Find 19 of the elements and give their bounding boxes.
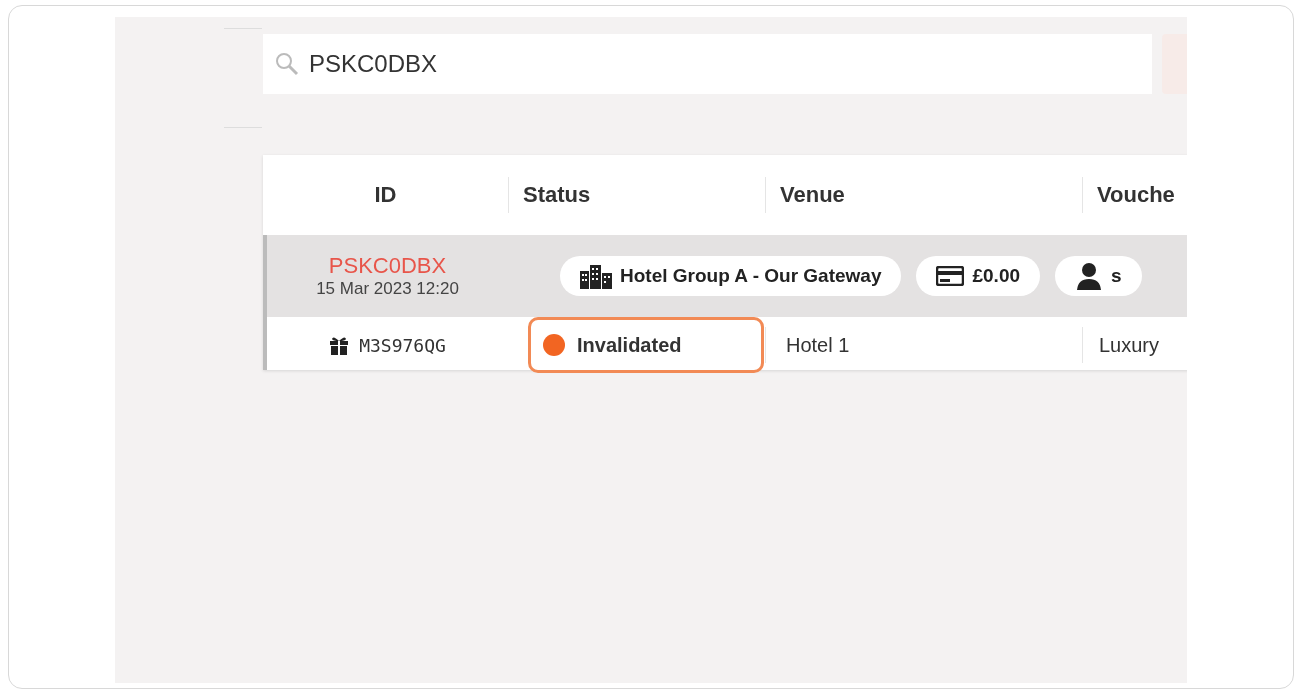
venue-cell: Hotel 1 <box>765 327 1082 363</box>
amount-chip: £0.00 <box>916 256 1040 296</box>
user-icon <box>1075 262 1103 290</box>
table-cell: Luxury <box>1082 327 1187 363</box>
column-header[interactable]: ID <box>263 177 508 213</box>
venue-chip: Hotel Group A - Our Gateway <box>560 256 902 296</box>
search-icon <box>275 52 299 76</box>
column-header[interactable]: Venue <box>765 177 1082 213</box>
user-chip: s <box>1055 256 1142 296</box>
card-icon <box>936 266 965 286</box>
voucher-code: M3S976QG <box>267 327 508 363</box>
buildings-icon <box>580 263 612 289</box>
gift-icon <box>329 335 350 355</box>
search-field[interactable]: PSKC0DBX <box>263 34 1152 94</box>
column-header[interactable]: Status <box>508 177 765 213</box>
booking-date: 15 Mar 2023 12:20 <box>316 279 459 299</box>
column-header[interactable]: Vouche <box>1082 177 1187 213</box>
status-label: Invalidated <box>528 317 764 373</box>
group-row[interactable]: PSKC0DBX 15 Mar 2023 12:20 Hotel Group A - Our Gateway £0.00 s <box>263 235 1187 317</box>
